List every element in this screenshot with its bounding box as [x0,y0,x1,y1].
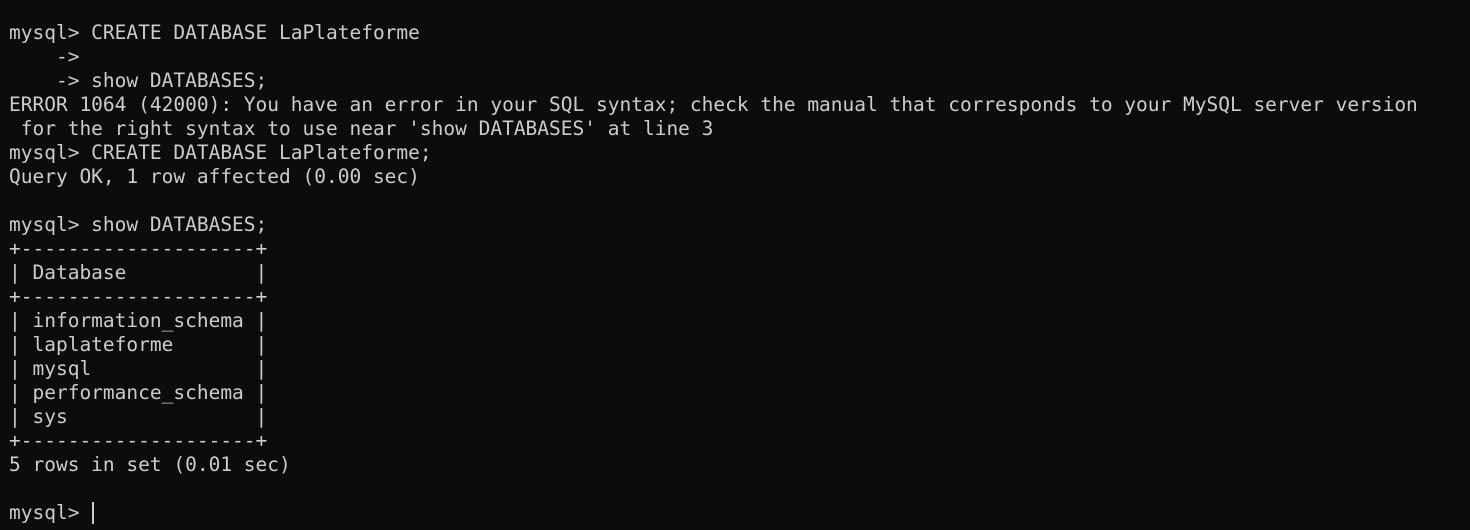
text-cursor [92,502,95,524]
query-result-line: Query OK, 1 row affected (0.00 sec) [9,165,420,188]
terminal-window[interactable]: mysql> CREATE DATABASE LaPlateforme -> -… [0,0,1470,530]
table-border-line: +--------------------+ [9,285,268,308]
table-border-line: +--------------------+ [9,237,268,260]
table-row: | information_schema | [9,309,268,332]
terminal-line: -> show DATABASES; [9,69,268,92]
error-line: ERROR 1064 (42000): You have an error in… [9,93,1418,116]
table-header-line: | Database | [9,261,268,284]
terminal-line: mysql> show DATABASES; [9,213,268,236]
terminal-line: mysql> CREATE DATABASE LaPlateforme [9,21,420,44]
query-result-line: 5 rows in set (0.01 sec) [9,453,291,476]
prompt-line[interactable]: mysql> [9,501,1470,525]
table-row: | sys | [9,405,268,428]
table-row: | performance_schema | [9,381,268,404]
prompt-label: mysql> [9,501,92,524]
table-row: | mysql | [9,357,268,380]
table-row: | laplateforme | [9,333,268,356]
error-line: for the right syntax to use near 'show D… [9,117,714,140]
terminal-line: -> [9,45,80,68]
table-border-line: +--------------------+ [9,429,268,452]
terminal-line: mysql> CREATE DATABASE LaPlateforme; [9,141,432,164]
